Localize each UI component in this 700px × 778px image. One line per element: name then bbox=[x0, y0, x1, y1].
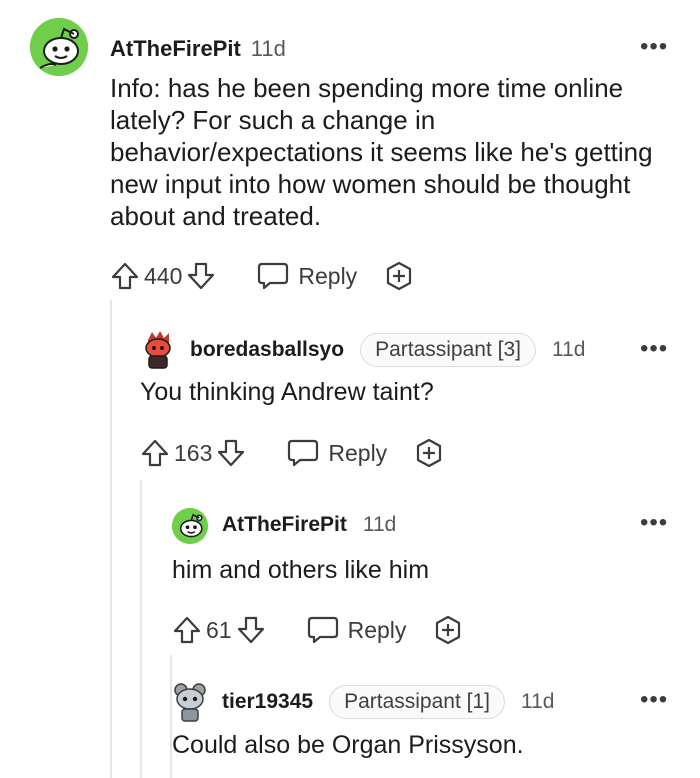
vote-count: 61 bbox=[206, 616, 232, 643]
avatar[interactable] bbox=[30, 18, 88, 76]
username[interactable]: AtTheFirePit bbox=[222, 513, 347, 537]
comment-header: AtTheFirePit 11d bbox=[222, 510, 396, 540]
snoo-avatar-icon bbox=[174, 683, 206, 722]
username[interactable]: boredasballsyo bbox=[190, 338, 344, 362]
upvote-icon bbox=[141, 439, 169, 467]
downvote-button[interactable] bbox=[186, 261, 216, 291]
avatar[interactable] bbox=[172, 508, 208, 544]
snoo-avatar-icon bbox=[30, 18, 88, 76]
comment-3: AtTheFirePit 11d ••• him and others like… bbox=[0, 480, 700, 655]
reply-button[interactable]: Reply bbox=[306, 614, 407, 646]
snoo-avatar-icon bbox=[172, 508, 208, 544]
upvote-icon bbox=[111, 262, 139, 290]
comment-actions: 440 Reply bbox=[110, 258, 415, 294]
username[interactable]: tier19345 bbox=[222, 690, 313, 714]
comment-body: Could also be Organ Prissyson. bbox=[172, 731, 524, 759]
reply-bubble-icon bbox=[307, 616, 338, 644]
comment-header: tier19345 Partassipant [1] 11d bbox=[222, 685, 554, 719]
upvote-icon bbox=[173, 616, 201, 644]
comment-thread: AtTheFirePit 11d ••• Info: has he been s… bbox=[0, 0, 700, 778]
downvote-icon bbox=[188, 262, 215, 290]
reply-button[interactable]: Reply bbox=[286, 437, 387, 469]
more-options-icon[interactable]: ••• bbox=[640, 35, 668, 59]
vote-count: 163 bbox=[174, 439, 213, 466]
comment-body: Info: has he been spending more time onl… bbox=[110, 73, 653, 231]
award-button[interactable] bbox=[413, 437, 445, 469]
upvote-button[interactable] bbox=[110, 261, 140, 291]
username[interactable]: AtTheFirePit bbox=[110, 36, 241, 62]
reply-bubble-icon bbox=[258, 262, 289, 290]
downvote-icon bbox=[218, 439, 245, 467]
more-options-icon[interactable]: ••• bbox=[640, 688, 668, 712]
timestamp: 11d bbox=[521, 690, 555, 713]
downvote-button[interactable] bbox=[236, 615, 266, 645]
avatar[interactable] bbox=[172, 681, 208, 723]
reply-label: Reply bbox=[328, 439, 388, 466]
vote-count: 440 bbox=[144, 262, 183, 289]
user-flair: Partassipant [3] bbox=[360, 333, 536, 367]
snoo-avatar-icon bbox=[145, 331, 171, 369]
reply-bubble-icon bbox=[288, 439, 319, 467]
comment-body: You thinking Andrew taint? bbox=[140, 378, 434, 406]
avatar[interactable] bbox=[140, 330, 176, 370]
comment-actions: 61 Reply bbox=[172, 612, 464, 648]
award-button[interactable] bbox=[383, 260, 415, 292]
timestamp: 11d bbox=[250, 36, 286, 61]
award-plus-icon bbox=[436, 615, 461, 645]
timestamp: 11d bbox=[362, 513, 397, 536]
upvote-button[interactable] bbox=[140, 438, 170, 468]
comment-1: AtTheFirePit 11d ••• Info: has he been s… bbox=[0, 0, 700, 300]
comment-actions: 163 Reply bbox=[140, 435, 445, 471]
comment-header: boredasballsyo Partassipant [3] 11d bbox=[190, 333, 585, 367]
comment-header: AtTheFirePit 11d bbox=[110, 34, 286, 64]
more-options-icon[interactable]: ••• bbox=[640, 337, 668, 361]
reply-button[interactable]: Reply bbox=[256, 260, 357, 292]
reply-label: Reply bbox=[347, 616, 407, 643]
timestamp: 11d bbox=[551, 338, 586, 361]
downvote-icon bbox=[237, 616, 264, 644]
award-button[interactable] bbox=[432, 614, 464, 646]
award-plus-icon bbox=[417, 438, 442, 468]
reply-label: Reply bbox=[298, 262, 358, 289]
comment-body: him and others like him bbox=[172, 556, 430, 584]
upvote-button[interactable] bbox=[172, 615, 202, 645]
award-plus-icon bbox=[387, 261, 412, 291]
comment-4: tier19345 Partassipant [1] 11d ••• Could… bbox=[0, 655, 700, 778]
more-options-icon[interactable]: ••• bbox=[640, 511, 668, 535]
comment-2: boredasballsyo Partassipant [3] 11d ••• … bbox=[0, 300, 700, 480]
user-flair: Partassipant [1] bbox=[329, 685, 505, 719]
downvote-button[interactable] bbox=[216, 438, 246, 468]
